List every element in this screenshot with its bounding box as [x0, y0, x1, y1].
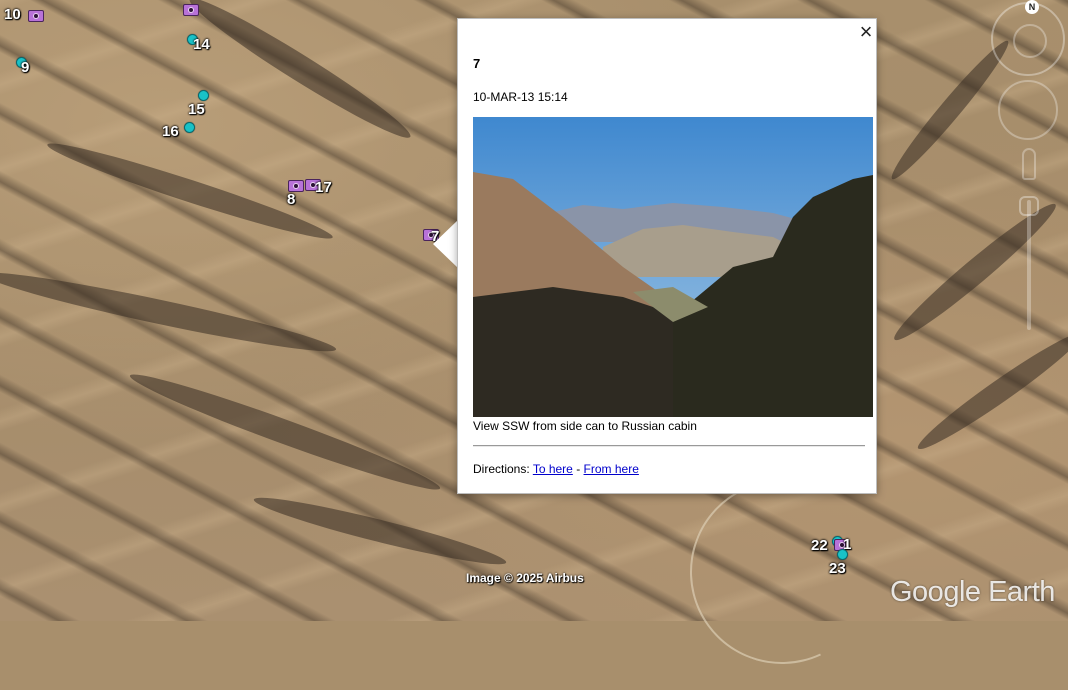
pin-icon — [184, 122, 195, 133]
compass-center — [1013, 24, 1047, 58]
placemark-label: 10 — [4, 6, 21, 23]
north-indicator[interactable]: N — [1025, 0, 1039, 14]
look-joystick[interactable] — [998, 80, 1058, 140]
balloon-caption: View SSW from side can to Russian cabin — [473, 419, 697, 433]
camera-icon — [183, 4, 199, 16]
close-icon[interactable]: × — [858, 21, 874, 43]
street-view-pegman-icon[interactable] — [1022, 148, 1036, 180]
directions-separator: - — [576, 462, 581, 476]
navigation-controls: N — [990, 0, 1068, 340]
pin-icon — [198, 90, 209, 101]
balloon-directions: Directions: To here - From here — [473, 462, 639, 476]
balloon-date: 10-MAR-13 15:14 — [473, 90, 568, 104]
google-earth-logo: Google Earth — [890, 576, 1055, 608]
placemark-label: 8 — [287, 191, 296, 208]
zoom-slider-knob[interactable] — [1019, 196, 1039, 216]
pin-icon — [837, 549, 848, 560]
camera-icon — [28, 10, 44, 22]
compass-ring[interactable]: N — [991, 0, 1065, 76]
placemark-label: 9 — [21, 59, 30, 76]
placemark-label: 17 — [315, 179, 332, 196]
zoom-slider[interactable] — [1027, 200, 1031, 330]
placemark-label: 14 — [193, 36, 210, 53]
directions-label: Directions: — [473, 462, 530, 476]
placemark-label: 15 — [188, 101, 205, 118]
from-here-link[interactable]: From here — [584, 462, 639, 476]
balloon-divider — [473, 445, 865, 447]
imagery-credit: Image © 2025 Airbus — [466, 571, 584, 585]
balloon-pointer — [433, 220, 458, 268]
balloon-photo — [473, 117, 873, 417]
placemark-label: 16 — [162, 123, 179, 140]
placemark-label: 22 — [811, 537, 828, 554]
placemark-balloon: × 7 10-MAR-13 15:14 View SSW from side c… — [457, 18, 877, 494]
balloon-title: 7 — [473, 56, 481, 71]
placemark-label: 23 — [829, 560, 846, 577]
to-here-link[interactable]: To here — [533, 462, 573, 476]
